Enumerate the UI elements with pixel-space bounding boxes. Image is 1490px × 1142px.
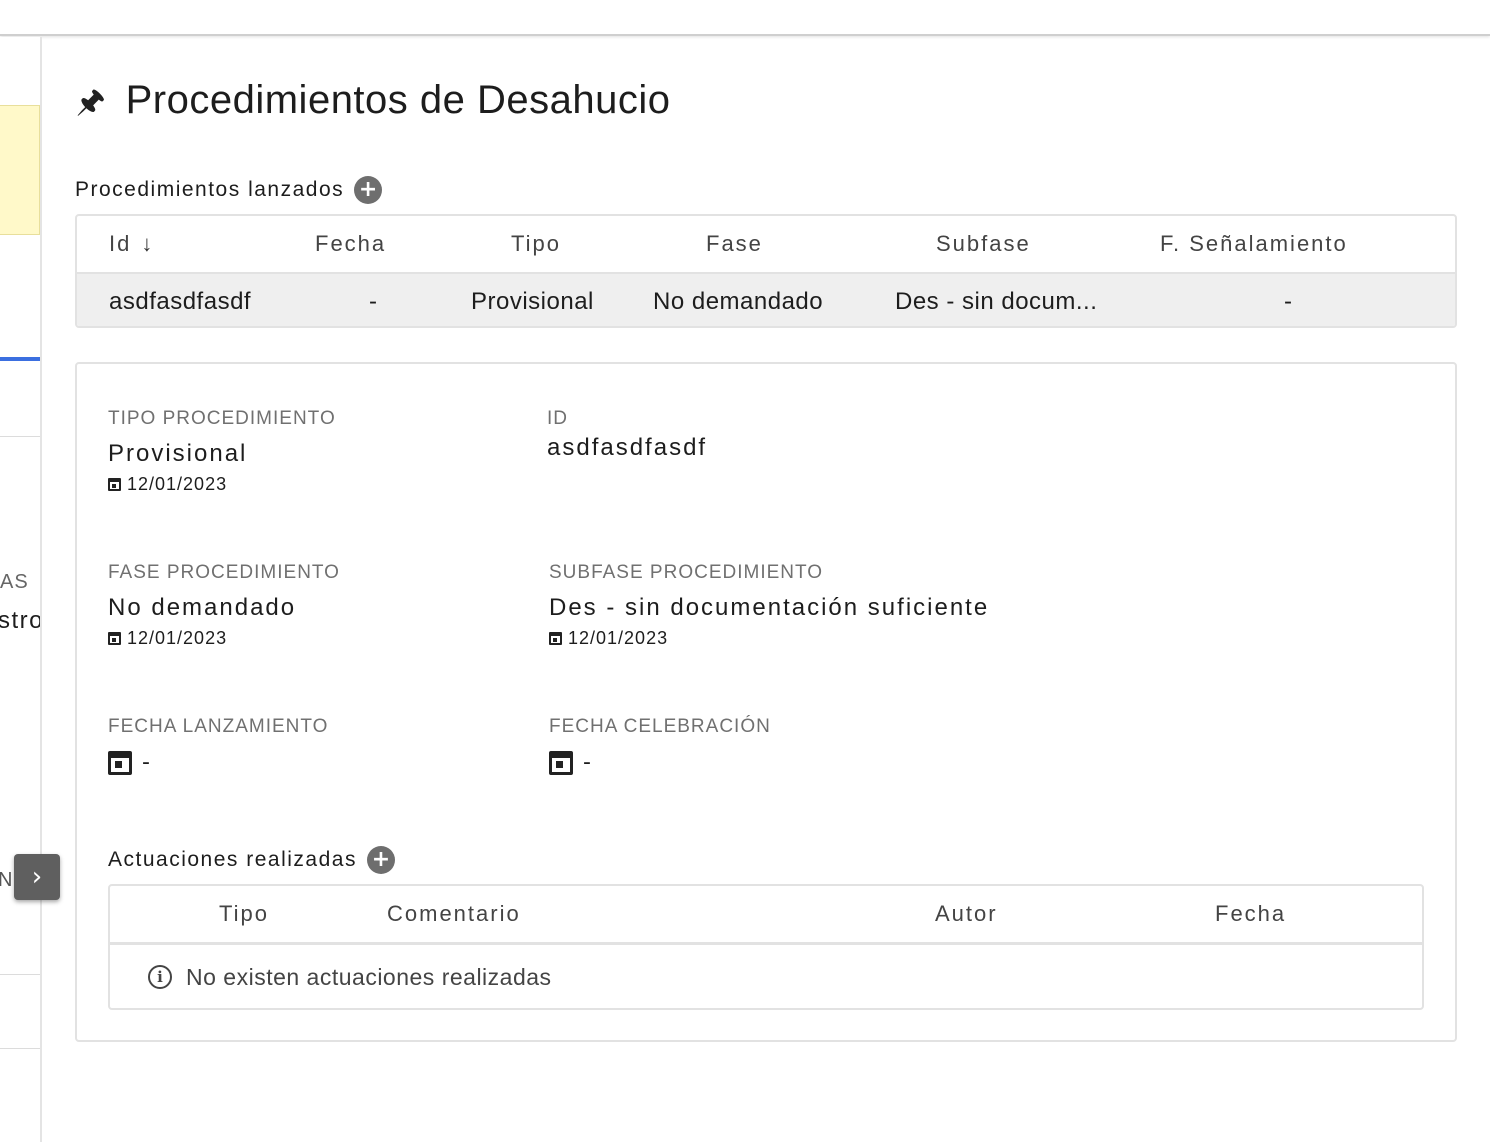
page-title: Procedimientos de Desahucio <box>125 78 671 122</box>
top-bar <box>0 0 1490 36</box>
fase-procedimiento-value: No demandado <box>108 594 297 621</box>
subfase-procedimiento-date: 12/01/2023 <box>549 628 989 649</box>
table-header: Id ↓ Fecha Tipo Fase Subfase F. Señalamie… <box>77 216 1455 274</box>
fase-procedimiento-label: FASE PROCEDIMIENTO <box>108 562 340 583</box>
left-panel-highlight-box <box>0 105 40 235</box>
fase-procedimiento-date-text: 12/01/2023 <box>127 628 228 648</box>
cell-fecha: - <box>369 288 378 315</box>
column-header-comentario[interactable]: Comentario <box>387 886 521 942</box>
subfase-procedimiento-value: Des - sin documentación suficiente <box>549 594 990 621</box>
tipo-procedimiento-field: TIPO PROCEDIMIENTO Provisional 12/01/202… <box>108 408 336 495</box>
cell-subfase: Des - sin docum... <box>895 288 1098 315</box>
column-header-label: Id <box>109 231 132 256</box>
column-header-f-senalamiento[interactable]: F. Señalamiento <box>1160 216 1348 272</box>
column-header-subfase[interactable]: Subfase <box>936 216 1031 272</box>
fecha-celebracion-field: FECHA CELEBRACIÓN - <box>549 716 771 775</box>
cell-id: asdfasdfasdf <box>109 288 252 315</box>
fase-procedimiento-date: 12/01/2023 <box>108 628 340 649</box>
actuaciones-section-label: Actuaciones realizadas <box>108 848 357 871</box>
chevron-right-icon: › <box>31 862 43 892</box>
cell-fase: No demandado <box>653 288 824 315</box>
fecha-lanzamiento-field: FECHA LANZAMIENTO - <box>108 716 328 775</box>
cell-tipo: Provisional <box>471 288 594 315</box>
empty-state-message: No existen actuaciones realizadas <box>186 963 552 990</box>
fecha-celebracion-value: - <box>583 750 591 775</box>
fecha-lanzamiento-label: FECHA LANZAMIENTO <box>108 716 329 737</box>
page-header: 🖈 Procedimientos de Desahucio <box>76 78 671 123</box>
add-procedimiento-icon[interactable]: + <box>354 176 383 204</box>
left-panel-divider <box>0 436 40 437</box>
fecha-lanzamiento-value: - <box>142 750 150 775</box>
fecha-lanzamiento-date: - <box>108 750 328 775</box>
column-header-fase[interactable]: Fase <box>706 216 763 272</box>
procedimientos-section-label: Procedimientos lanzados <box>75 178 345 201</box>
id-value: asdfasdfasdf <box>547 434 708 461</box>
pin-icon[interactable]: 🖈 <box>76 85 106 117</box>
expand-panel-button[interactable]: › <box>14 854 60 900</box>
calendar-icon <box>108 750 132 775</box>
panel-divider <box>40 37 42 1142</box>
add-actuacion-icon[interactable]: + <box>366 846 395 874</box>
table-header: Tipo Comentario Autor Fecha <box>110 886 1422 945</box>
left-panel-value-fragment: stro <box>0 607 40 634</box>
actuaciones-table: Tipo Comentario Autor Fecha i No existen… <box>108 884 1424 1010</box>
left-panel-active-indicator <box>0 357 40 361</box>
subfase-procedimiento-field: SUBFASE PROCEDIMIENTO Des - sin document… <box>549 562 989 649</box>
column-header-autor[interactable]: Autor <box>935 886 998 942</box>
fecha-celebracion-date: - <box>549 750 771 775</box>
column-header-fecha[interactable]: Fecha <box>315 216 386 272</box>
cell-f-senalamiento: - <box>1284 288 1293 315</box>
procedimientos-table: Id ↓ Fecha Tipo Fase Subfase F. Señalamie… <box>75 214 1457 328</box>
table-row[interactable]: asdfasdfasdf - Provisional No demandado … <box>77 274 1455 326</box>
subfase-procedimiento-label: SUBFASE PROCEDIMIENTO <box>549 562 824 583</box>
column-header-fecha[interactable]: Fecha <box>1215 886 1286 942</box>
tipo-procedimiento-value: Provisional <box>108 440 248 467</box>
left-panel-side-fragment: N <box>0 869 13 891</box>
left-panel: AS stro N <box>0 37 40 1142</box>
column-header-tipo[interactable]: Tipo <box>219 886 269 942</box>
left-panel-divider <box>0 1048 40 1049</box>
left-panel-divider <box>0 974 40 975</box>
sort-descending-icon[interactable]: ↓ <box>141 231 154 256</box>
calendar-icon <box>108 478 121 491</box>
calendar-icon <box>108 632 121 645</box>
info-icon: i <box>148 965 172 989</box>
calendar-icon <box>549 750 573 775</box>
column-header-tipo[interactable]: Tipo <box>511 216 561 272</box>
id-label: ID <box>547 408 568 429</box>
fase-procedimiento-field: FASE PROCEDIMIENTO No demandado 12/01/20… <box>108 562 340 649</box>
procedimientos-section-header: Procedimientos lanzados + <box>75 176 383 204</box>
id-field: ID asdfasdfasdf <box>547 408 707 462</box>
left-panel-label-fragment: AS <box>0 571 29 593</box>
tipo-procedimiento-date-text: 12/01/2023 <box>127 474 228 494</box>
calendar-icon <box>549 632 562 645</box>
column-header-id[interactable]: Id ↓ <box>109 216 154 272</box>
empty-state: i No existen actuaciones realizadas <box>110 945 1422 1009</box>
fecha-celebracion-label: FECHA CELEBRACIÓN <box>549 716 771 737</box>
actuaciones-section-header: Actuaciones realizadas + <box>108 846 395 874</box>
subfase-procedimiento-date-text: 12/01/2023 <box>568 628 669 648</box>
tipo-procedimiento-date: 12/01/2023 <box>108 474 336 495</box>
tipo-procedimiento-label: TIPO PROCEDIMIENTO <box>108 408 336 429</box>
